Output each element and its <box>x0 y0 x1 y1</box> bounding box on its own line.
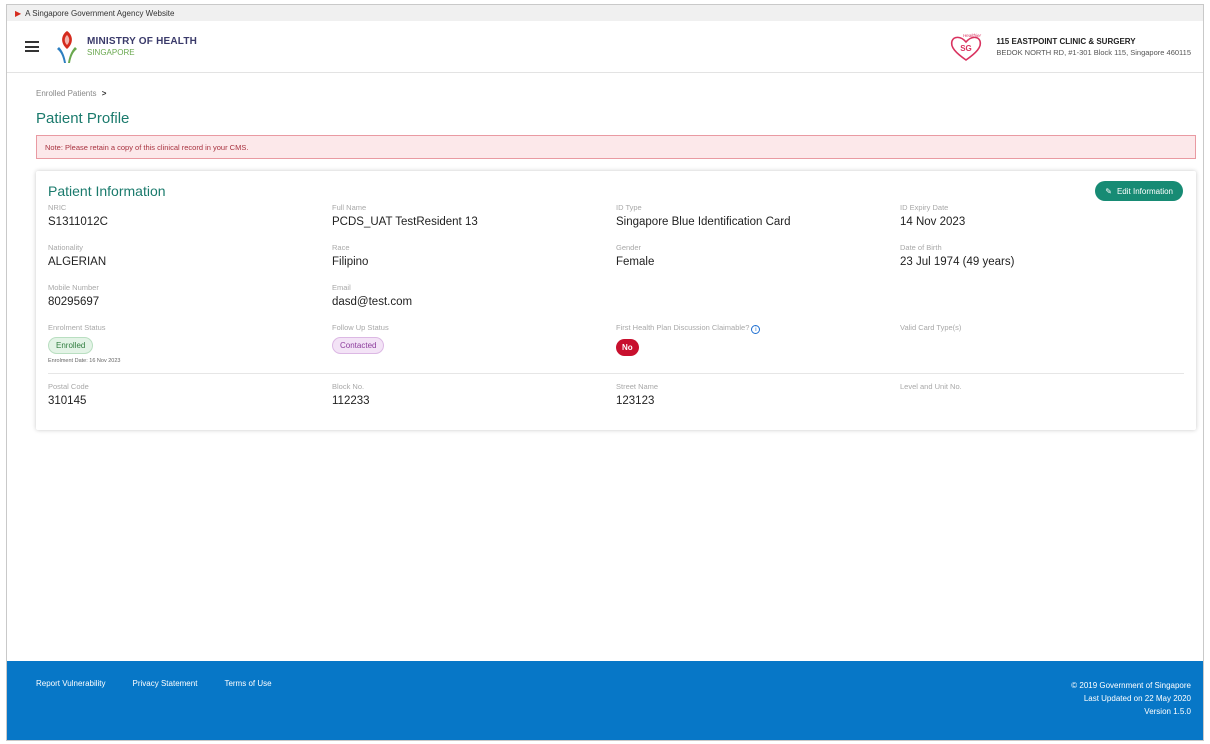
field-label: ID Expiry Date <box>900 203 949 212</box>
gov-masthead: ▶ A Singapore Government Agency Website <box>7 5 1203 21</box>
version: Version 1.5.0 <box>1144 707 1191 716</box>
field-race: Race Filipino <box>332 243 616 283</box>
field-enrolment-status: Enrolment Status Enrolled Enrolment Date… <box>48 323 332 371</box>
field-label: Street Name <box>616 382 659 391</box>
enrolment-date: Enrolment Date: 16 Nov 2023 <box>48 358 121 364</box>
field-value: 80295697 <box>48 296 100 308</box>
field-empty <box>900 283 1184 323</box>
field-value: dasd@test.com <box>332 296 413 308</box>
breadcrumb-separator: > <box>101 89 107 98</box>
breadcrumb-enrolled-patients[interactable]: Enrolled Patients <box>36 89 96 98</box>
site-footer: Report Vulnerability Privacy Statement T… <box>7 661 1203 740</box>
field-nric: NRIC S1311012C <box>48 203 332 243</box>
field-label: First Health Plan Discussion Claimable? i <box>616 323 900 334</box>
enrolled-badge: Enrolled <box>48 337 94 354</box>
field-date-of-birth: Date of Birth 23 Jul 1974 (49 years) <box>900 243 1184 283</box>
field-label: Block No. <box>332 382 365 391</box>
field-gender: Gender Female <box>616 243 900 283</box>
field-fhpd-claimable: First Health Plan Discussion Claimable? i… <box>616 323 900 371</box>
field-value: 112233 <box>332 395 370 407</box>
org-name: MINISTRY OF HEALTH <box>87 36 198 47</box>
field-label: Full Name <box>332 203 367 212</box>
field-follow-up-status: Follow Up Status Contacted <box>332 323 616 371</box>
field-empty <box>616 283 900 323</box>
field-valid-card-types: Valid Card Type(s) <box>900 323 1184 371</box>
edit-information-button[interactable]: ✎ Edit Information <box>1095 181 1183 201</box>
clinic-address: BEDOK NORTH RD, #1-301 Block 115, Singap… <box>996 47 1191 57</box>
field-id-expiry-date: ID Expiry Date 14 Nov 2023 <box>900 203 1184 243</box>
field-nationality: Nationality ALGERIAN <box>48 243 332 283</box>
breadcrumb: Enrolled Patients > <box>36 89 1193 98</box>
field-label: Mobile Number <box>48 283 99 292</box>
pencil-icon: ✎ <box>1105 186 1112 196</box>
field-value: Female <box>616 256 655 268</box>
field-block-no: Block No. 112233 <box>332 382 616 422</box>
section-divider <box>48 373 1184 374</box>
no-badge: No <box>616 339 639 356</box>
field-label: Level and Unit No. <box>900 382 962 391</box>
field-value: PCDS_UAT TestResident 13 <box>332 216 478 228</box>
contacted-badge: Contacted <box>332 337 385 354</box>
field-value: 310145 <box>48 395 87 407</box>
field-label: Date of Birth <box>900 243 942 252</box>
footer-link-terms-of-use[interactable]: Terms of Use <box>224 679 271 740</box>
org-country: SINGAPORE <box>87 48 135 57</box>
field-label: Enrolment Status <box>48 323 106 332</box>
patient-fields-grid: NRIC S1311012C Full Name PCDS_UAT TestRe… <box>48 203 1184 422</box>
field-label: Valid Card Type(s) <box>900 323 962 332</box>
page-title: Patient Profile <box>36 110 130 127</box>
field-id-type: ID Type Singapore Blue Identification Ca… <box>616 203 900 243</box>
field-email: Email dasd@test.com <box>332 283 616 323</box>
edit-information-label: Edit Information <box>1116 186 1173 196</box>
field-value: S1311012C <box>48 216 108 228</box>
field-label: Postal Code <box>48 382 89 391</box>
browser-frame: ▶ A Singapore Government Agency Website … <box>6 4 1204 741</box>
field-value: 14 Nov 2023 <box>900 216 966 228</box>
card-title: Patient Information <box>48 183 166 199</box>
field-label: Nationality <box>48 243 84 252</box>
footer-link-privacy-statement[interactable]: Privacy Statement <box>133 679 198 740</box>
footer-links: Report Vulnerability Privacy Statement T… <box>36 679 299 740</box>
main-content: Enrolled Patients > Patient Profile Note… <box>7 89 1203 430</box>
fhpd-label-text: First Health Plan Discussion Claimable? <box>616 323 750 332</box>
masthead-text: A Singapore Government Agency Website <box>25 8 175 18</box>
field-label: ID Type <box>616 203 642 212</box>
field-mobile-number: Mobile Number 80295697 <box>48 283 332 323</box>
field-label: Race <box>332 243 350 252</box>
hsg-logo-text-top: Healthier <box>963 33 982 38</box>
hsg-logo-text: SG <box>961 44 973 53</box>
site-header: MINISTRY OF HEALTH SINGAPORE SG Healthie… <box>7 21 1203 73</box>
clinic-name: 115 EASTPOINT CLINIC & SURGERY <box>996 36 1136 46</box>
patient-information-card: Patient Information ✎ Edit Information N… <box>36 171 1196 430</box>
footer-info: © 2019 Government of Singapore Last Upda… <box>1071 679 1191 740</box>
field-level-unit: Level and Unit No. <box>900 382 1184 422</box>
field-value: Filipino <box>332 256 369 268</box>
healthier-sg-logo: SG Healthier <box>951 33 982 61</box>
copyright: © 2019 Government of Singapore <box>1071 681 1191 690</box>
field-full-name: Full Name PCDS_UAT TestResident 13 <box>332 203 616 243</box>
field-value: ALGERIAN <box>48 256 107 268</box>
last-updated: Last Updated on 22 May 2020 <box>1083 694 1191 703</box>
field-label: NRIC <box>48 203 67 212</box>
field-value: 123123 <box>616 395 655 407</box>
field-value: Singapore Blue Identification Card <box>616 216 791 228</box>
info-icon[interactable]: i <box>751 325 761 334</box>
field-label: Gender <box>616 243 642 252</box>
lion-head-icon: ▶ <box>15 8 22 18</box>
field-postal-code: Postal Code 310145 <box>48 382 332 422</box>
field-value: 23 Jul 1974 (49 years) <box>900 256 1015 268</box>
field-street-name: Street Name 123123 <box>616 382 900 422</box>
field-label: Email <box>332 283 351 292</box>
footer-link-report-vulnerability[interactable]: Report Vulnerability <box>36 679 106 740</box>
field-label: Follow Up Status <box>332 323 389 332</box>
moh-logo[interactable] <box>53 29 81 65</box>
clinical-record-note: Note: Please retain a copy of this clini… <box>36 135 1196 159</box>
hamburger-menu-icon[interactable] <box>25 41 39 52</box>
